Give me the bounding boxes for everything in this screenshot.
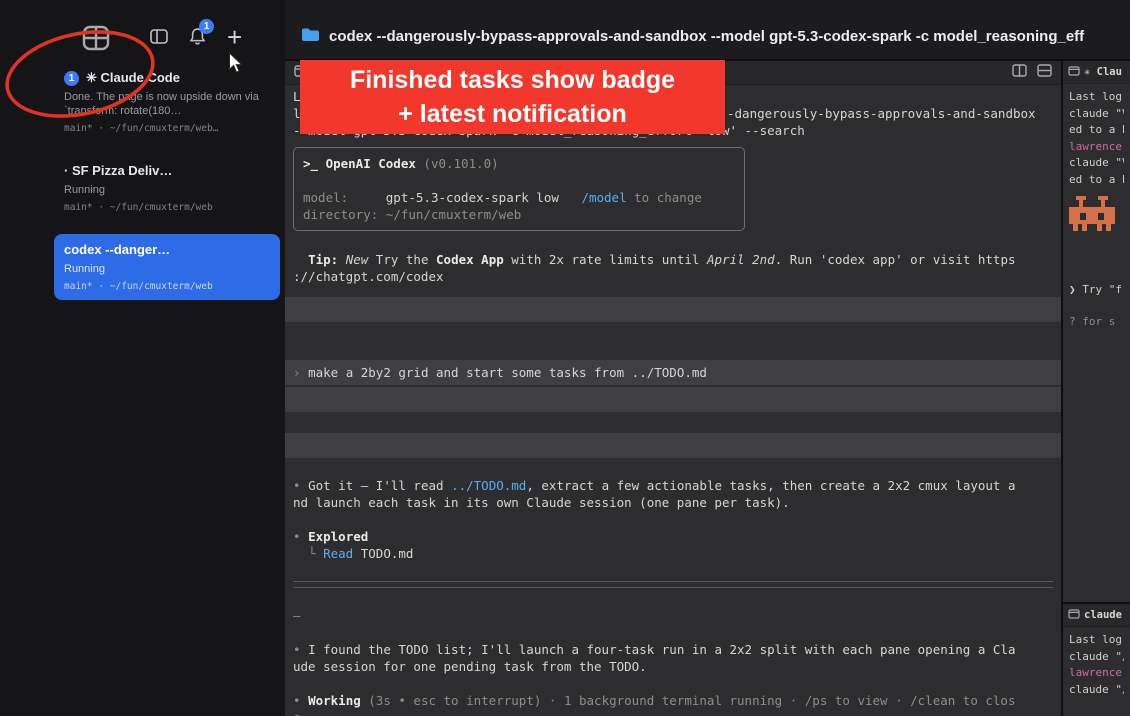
- app-window: 1 + 1 ✳ Claude Code Done. The page is now …: [0, 0, 1130, 716]
- right-pane-2-output: Last logclaude "/lawrenceclaude "/: [1063, 627, 1130, 716]
- terminal-gap: [293, 324, 1053, 358]
- terminal-line: • Got it — I'll read ../TODO.md, extract…: [293, 477, 1053, 494]
- session-list: 1 ✳ Claude Code Done. The page is now upsi…: [54, 62, 280, 300]
- codex-box-line: >_ OpenAI Codex (v0.101.0): [303, 155, 735, 172]
- right-terminal-line: lawrence: [1069, 139, 1124, 156]
- split-rows-icon[interactable]: [1037, 64, 1052, 82]
- annotation-banner: Finished tasks show badge + latest notif…: [300, 60, 725, 134]
- right-pane-2-title: claude: [1084, 608, 1122, 622]
- session-item-1[interactable]: · SF Pizza Deliv… Running main* · ~/fun/cm…: [54, 155, 280, 221]
- composer-row: [285, 433, 1061, 458]
- right-panel-column: ✳ Clau Last logclaude "Ved to a blawrenc…: [1063, 61, 1130, 716]
- right-terminal-line: claude "V: [1069, 106, 1124, 123]
- terminal-line-fragment: -dangerously-bypass-approvals-and-sandbo…: [727, 105, 1036, 122]
- right-terminal-line: ed to a b: [1069, 122, 1124, 139]
- session-branch-path: main* · ~/fun/cmuxterm/web: [64, 280, 270, 293]
- terminal-gap: [293, 675, 1053, 692]
- session-branch-path: main* · ~/fun/cmuxterm/web…: [64, 122, 270, 135]
- codex-box-line: [303, 172, 735, 189]
- divider: [293, 581, 1053, 582]
- terminal-gap: [293, 414, 1053, 431]
- notification-badge: 1: [199, 19, 214, 34]
- annotation-banner-line2: + latest notification: [300, 97, 725, 131]
- terminal-gap: [293, 285, 1053, 295]
- right-terminal-line: Last log: [1069, 632, 1124, 649]
- new-session-icon[interactable]: +: [227, 24, 242, 50]
- codex-box-line: model: gpt-5.3-codex-spark low /model to…: [303, 189, 735, 206]
- titlebar: codex --dangerously-bypass-approvals-and…: [285, 0, 1130, 59]
- terminal-gap: [293, 624, 1053, 641]
- right-pane-claude-1[interactable]: ✳ Clau Last logclaude "Ved to a blawrenc…: [1063, 61, 1130, 602]
- session-title: codex --danger…: [64, 241, 170, 259]
- right-terminal-line: claude "/: [1069, 649, 1124, 666]
- composer-row: [285, 387, 1061, 412]
- terminal-pane[interactable]: Laslaw-dangerously-bypass-approvals-and-…: [285, 61, 1061, 716]
- composer-row: › make a 2by2 grid and start some tasks …: [285, 360, 1061, 385]
- right-gap: [1069, 188, 1124, 196]
- right-terminal-line: ? for s: [1069, 314, 1124, 331]
- terminal-line: nd launch each task in its own Claude se…: [293, 494, 1053, 511]
- terminal-line: └ Read TODO.md: [293, 545, 1053, 562]
- unread-badge: 1: [64, 71, 79, 86]
- session-subtitle: Done. The page is now upside down via `t…: [64, 90, 270, 118]
- terminal-gap: [293, 593, 1053, 607]
- right-gap: [1069, 242, 1124, 282]
- divider: [293, 587, 1053, 588]
- session-subtitle: Running: [64, 183, 270, 197]
- codex-box-line: directory: ~/fun/cmuxterm/web: [303, 206, 735, 223]
- session-title: ✳ Claude Code: [86, 69, 180, 87]
- right-pane-claude-2[interactable]: claude Last logclaude "/lawrenceclaude "…: [1063, 604, 1130, 716]
- cmux-logo-icon[interactable]: [82, 25, 110, 56]
- terminal-line: Tip: New Try the Codex App with 2x rate …: [293, 251, 1053, 268]
- sidebar: 1 + 1 ✳ Claude Code Done. The page is now …: [0, 0, 285, 716]
- terminal-output[interactable]: Laslaw-dangerously-bypass-approvals-and-…: [285, 85, 1061, 716]
- terminal-line: —: [293, 607, 1053, 624]
- right-terminal-line: lawrence: [1069, 665, 1124, 682]
- window-title: codex --dangerously-bypass-approvals-and…: [329, 27, 1116, 47]
- right-pane-1-output: Last logclaude "Ved to a blawrenceclaude…: [1063, 84, 1130, 602]
- terminal-line: • Working (3s • esc to interrupt) · 1 ba…: [293, 692, 1053, 709]
- folder-icon: [301, 27, 320, 47]
- right-terminal-line: Last log: [1069, 89, 1124, 106]
- session-subtitle: Running: [64, 262, 270, 276]
- composer-row: [285, 297, 1061, 322]
- session-title: · SF Pizza Deliv…: [64, 162, 172, 180]
- right-terminal-line: claude "V: [1069, 155, 1124, 172]
- claude-mascot-icon: [1069, 196, 1124, 242]
- sidebar-toggle-icon[interactable]: [150, 29, 168, 49]
- terminal-line: • I found the TODO list; I'll launch a f…: [293, 641, 1053, 658]
- terminal-pane-icon: [1068, 63, 1080, 81]
- terminal-gap: [293, 562, 1053, 579]
- annotation-banner-line1: Finished tasks show badge: [300, 63, 725, 97]
- terminal-gap: [293, 460, 1053, 477]
- session-branch-path: main* · ~/fun/cmuxterm/web: [64, 201, 270, 214]
- right-pane-1-title: ✳ Clau: [1084, 65, 1122, 79]
- terminal-line: ude session for one pending task from th…: [293, 658, 1053, 675]
- session-item-0[interactable]: 1 ✳ Claude Code Done. The page is now upsi…: [54, 62, 280, 142]
- right-terminal-line: claude "/: [1069, 682, 1124, 699]
- right-terminal-line: ed to a b: [1069, 172, 1124, 189]
- terminal-line: • Explored: [293, 528, 1053, 545]
- split-columns-icon[interactable]: [1012, 64, 1027, 82]
- terminal-pane-icon: [1068, 606, 1080, 624]
- right-gap: [1069, 298, 1124, 314]
- terminal-line: e: [293, 709, 1053, 716]
- session-item-2[interactable]: codex --danger… Running main* · ~/fun/cmux…: [54, 234, 280, 300]
- terminal-gap: [293, 511, 1053, 528]
- codex-welcome-box: >_ OpenAI Codex (v0.101.0) model: gpt-5.3…: [293, 147, 745, 231]
- terminal-gap: [293, 239, 1053, 251]
- right-terminal-line: ❯ Try "f: [1069, 282, 1124, 299]
- right-pane-1-header: ✳ Clau: [1063, 61, 1130, 84]
- right-pane-2-header: claude: [1063, 604, 1130, 627]
- terminal-line: ://chatgpt.com/codex: [293, 268, 1053, 285]
